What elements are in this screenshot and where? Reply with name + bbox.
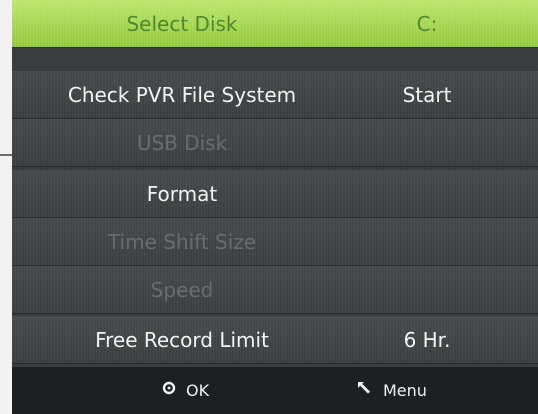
- menu-row-value: Start: [402, 83, 452, 107]
- menu-hint-label: Menu: [383, 381, 427, 400]
- menu-row-check-pvr-file-system[interactable]: Check PVR File System Start: [12, 71, 538, 119]
- menu-row-select-disk[interactable]: Select Disk C:: [12, 0, 538, 48]
- menu-row-value: [352, 170, 502, 218]
- menu-row-speed: Speed: [12, 266, 538, 314]
- menu-row-label: Check PVR File System: [67, 83, 297, 107]
- return-arrow-icon: [357, 366, 373, 413]
- menu-row-label: USB Disk: [136, 131, 228, 155]
- menu-row-label: Select Disk: [126, 12, 238, 36]
- menu-row-free-record-limit[interactable]: Free Record Limit 6 Hr.: [12, 316, 538, 364]
- menu-row-label: Format: [146, 182, 218, 206]
- menu-row-value: [352, 266, 502, 314]
- pvr-settings-screen: Select Disk C: Check PVR File System Sta…: [12, 0, 538, 414]
- menu-row-label: Free Record Limit: [95, 328, 269, 352]
- menu-row-label: Time Shift Size: [107, 230, 257, 254]
- menu-row-usb-disk: USB Disk: [12, 119, 538, 167]
- ok-hint[interactable]: OK: [162, 367, 209, 414]
- footer-hint-bar: OK Menu: [12, 367, 538, 414]
- ok-hint-label: OK: [186, 381, 210, 400]
- menu-row-label: Speed: [150, 278, 214, 302]
- menu-row-value: 6 Hr.: [403, 328, 451, 352]
- menu-row-value: [352, 119, 502, 167]
- circle-ok-icon: [162, 366, 176, 413]
- menu-row-value: C:: [416, 12, 438, 36]
- menu-row-format[interactable]: Format: [12, 170, 538, 218]
- menu-row-time-shift-size: Time Shift Size: [12, 218, 538, 266]
- menu-row-value: [352, 218, 502, 266]
- menu-hint[interactable]: Menu: [357, 367, 427, 414]
